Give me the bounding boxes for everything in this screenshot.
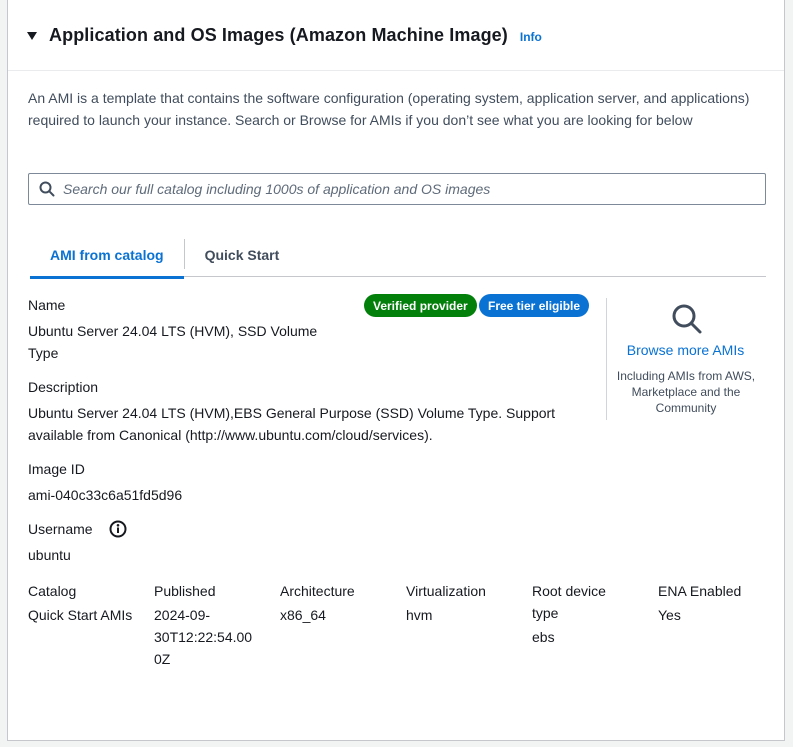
search-icon (39, 181, 55, 197)
image-id-value: ami-040c33c6a51fd5d96 (28, 487, 183, 503)
info-link[interactable]: Info (520, 30, 542, 44)
virtualization-value: hvm (406, 607, 433, 623)
virtualization-label: Virtualization (406, 583, 486, 599)
root-device-value: ebs (532, 629, 555, 645)
published-label: Published (154, 583, 216, 599)
published-value-line1: 2024-09- (154, 607, 211, 623)
tab-quick-start[interactable]: Quick Start (185, 232, 300, 277)
ami-description-line1: Ubuntu Server 24.04 LTS (HVM),EBS Genera… (28, 405, 556, 421)
username-value: ubuntu (28, 547, 71, 563)
browse-more-amis-link[interactable]: Browse more AMIs (618, 342, 753, 358)
section-description: An AMI is a template that contains the s… (28, 90, 750, 128)
tab-ami-from-catalog[interactable]: AMI from catalog (30, 232, 184, 279)
architecture-value: x86_64 (280, 607, 326, 623)
ami-search-input[interactable] (63, 175, 765, 203)
image-id-label: Image ID (28, 461, 85, 477)
root-device-label-line1: Root device (532, 583, 606, 599)
ami-name-line2: Type (28, 345, 59, 361)
info-circle-icon[interactable] (109, 520, 127, 538)
name-label: Name (28, 297, 66, 313)
magnifier-icon[interactable] (671, 303, 703, 335)
published-value-line3: 0Z (154, 651, 171, 667)
description-label: Description (28, 379, 99, 395)
architecture-label: Architecture (280, 583, 355, 599)
ena-enabled-value: Yes (658, 607, 681, 623)
ami-panel: Application and OS Images (Amazon Machin… (7, 0, 785, 741)
browse-more-note: Including AMIs from AWS, Marketplace and… (616, 369, 756, 415)
catalog-value: Quick Start AMIs (28, 607, 133, 623)
ami-tabs: AMI from catalog Quick Start (30, 232, 766, 279)
username-label: Username (28, 521, 93, 537)
caret-down-icon[interactable] (27, 32, 37, 40)
free-tier-badge: Free tier eligible (479, 294, 590, 317)
root-device-label-line2: type (532, 605, 559, 621)
section-header[interactable]: Application and OS Images (Amazon Machin… (8, 0, 784, 71)
verified-provider-badge: Verified provider (364, 294, 477, 317)
ena-enabled-label: ENA Enabled (658, 583, 742, 599)
catalog-label: Catalog (28, 583, 77, 599)
ami-search-box[interactable] (28, 173, 766, 205)
ami-name-line1: Ubuntu Server 24.04 LTS (HVM), SSD Volum… (28, 323, 318, 339)
published-value-line2: 30T12:22:54.00 (154, 629, 253, 645)
ami-description-line2: available from Canonical (http://www.ubu… (28, 427, 433, 443)
section-title: Application and OS Images (Amazon Machin… (49, 24, 508, 45)
